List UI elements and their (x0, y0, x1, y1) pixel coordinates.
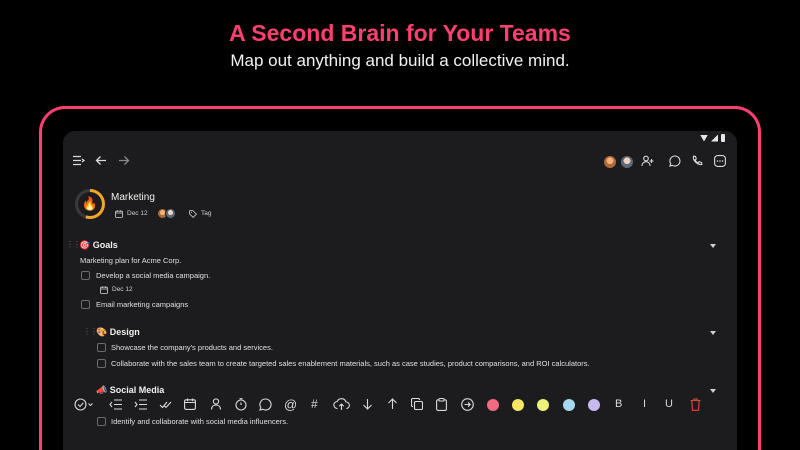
forward-arrow-icon[interactable] (118, 155, 130, 166)
back-arrow-icon[interactable] (95, 155, 107, 166)
app-screen: 🔥 Marketing Dec 12 Tag ⋮⋮ 🎯 Goals Market… (63, 131, 737, 450)
battery-icon (721, 134, 725, 142)
task-date-chip[interactable]: Dec 12 (100, 284, 133, 295)
menu-icon[interactable] (72, 155, 85, 166)
task-text[interactable]: Showcase the company's products and serv… (111, 343, 273, 352)
more-icon[interactable] (714, 155, 726, 167)
fire-icon: 🔥 (78, 192, 102, 216)
drag-handle-icon[interactable]: ⋮⋮ (66, 240, 81, 249)
trash-icon[interactable] (690, 398, 701, 411)
move-up-icon[interactable] (387, 398, 398, 410)
section-goals-label: Goals (92, 240, 118, 250)
tag-icon (189, 209, 197, 218)
task-text[interactable]: Email marketing campaigns (96, 300, 188, 309)
color-swatch-yellow[interactable] (512, 399, 524, 411)
upload-icon[interactable] (333, 397, 350, 411)
color-swatch-pink[interactable] (487, 399, 499, 411)
phone-icon[interactable] (691, 155, 703, 167)
underline-button[interactable]: U (665, 398, 673, 410)
task-date: Dec 12 (112, 286, 133, 293)
bold-button[interactable]: B (615, 398, 622, 410)
avatar[interactable] (620, 155, 634, 169)
goals-description: Marketing plan for Acme Corp. (80, 256, 182, 265)
chevron-down-icon[interactable] (710, 389, 716, 393)
task-text[interactable]: Identify and collaborate with social med… (111, 417, 288, 426)
hashtag-icon[interactable]: # (311, 397, 318, 411)
section-goals-title[interactable]: 🎯 Goals (79, 240, 118, 251)
calendar-icon (115, 209, 123, 218)
note-date: Dec 12 (127, 210, 148, 217)
section-design-title[interactable]: 🎨 Design (96, 327, 140, 338)
outdent-icon[interactable] (109, 399, 122, 410)
double-check-icon[interactable] (159, 399, 172, 410)
clipboard-icon[interactable] (436, 398, 447, 411)
note-title[interactable]: Marketing (111, 192, 155, 203)
promo-subhead: Map out anything and build a collective … (230, 51, 570, 70)
color-swatch-blue[interactable] (563, 399, 575, 411)
promo-headline: A Second Brain for Your Teams (229, 20, 571, 46)
add-user-icon[interactable] (641, 155, 654, 167)
chevron-down-icon[interactable] (710, 331, 716, 335)
target-icon: 🎯 (79, 240, 91, 250)
task-checkbox[interactable] (81, 300, 90, 309)
task-text[interactable]: Collaborate with the sales team to creat… (111, 359, 590, 368)
arrow-circle-icon[interactable] (461, 398, 474, 411)
comment-icon[interactable] (259, 398, 272, 411)
signal-icon (711, 134, 718, 142)
avatar[interactable] (165, 208, 176, 219)
move-down-icon[interactable] (362, 398, 373, 410)
section-design-label: Design (109, 327, 140, 337)
avatar[interactable] (603, 155, 617, 169)
copy-icon[interactable] (411, 398, 423, 410)
task-checkbox[interactable] (81, 271, 90, 280)
italic-button[interactable]: I (643, 398, 646, 410)
timer-icon[interactable] (235, 398, 247, 411)
color-swatch-lime[interactable] (537, 399, 549, 411)
indent-icon[interactable] (134, 399, 147, 410)
task-checkbox[interactable] (97, 343, 106, 352)
calendar-icon[interactable] (184, 398, 196, 410)
palette-icon: 🎨 (96, 327, 108, 337)
wifi-icon (700, 134, 708, 142)
top-toolbar (63, 153, 737, 171)
calendar-icon (100, 285, 108, 294)
format-toolbar: @ # B I U (63, 394, 737, 416)
color-swatch-purple[interactable] (588, 399, 600, 411)
task-text[interactable]: Develop a social media campaign. (96, 271, 210, 280)
assign-user-icon[interactable] (210, 398, 222, 410)
note-progress-ring: 🔥 (75, 189, 105, 219)
tag-chip[interactable]: Tag (189, 208, 211, 219)
mention-icon[interactable]: @ (284, 397, 297, 412)
note-date-chip[interactable]: Dec 12 (115, 208, 148, 219)
chat-icon[interactable] (669, 155, 681, 167)
task-checkbox[interactable] (97, 359, 106, 368)
task-checkbox[interactable] (97, 417, 106, 426)
status-bar (63, 131, 737, 145)
chevron-down-icon[interactable] (710, 244, 716, 248)
drag-handle-icon[interactable]: ⋮⋮ (83, 327, 98, 336)
checklist-toggle-icon[interactable] (74, 398, 94, 411)
tag-label: Tag (201, 210, 212, 217)
